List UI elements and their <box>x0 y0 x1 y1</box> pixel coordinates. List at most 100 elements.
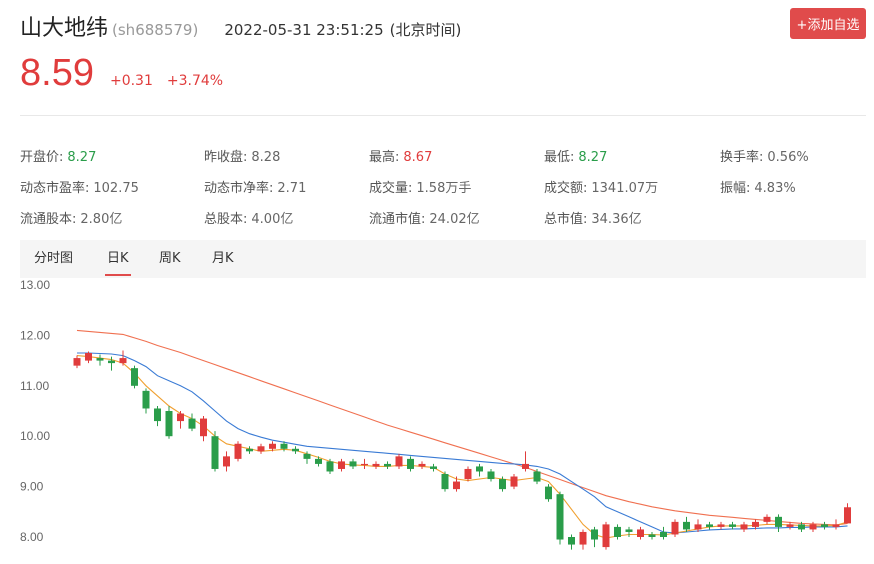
candle-body <box>522 463 529 469</box>
stat-dynamic-pb: 动态市净率: 2.71 <box>204 181 307 196</box>
candle-body <box>280 443 288 449</box>
stat-dynamic-pe: 动态市盈率: 102.75 <box>20 181 139 196</box>
ma-mid-line <box>77 352 848 534</box>
kline-chart: 13.00 12.00 11.00 10.00 9.00 8.00 <box>20 278 851 550</box>
stock-header: 山大地纬 (sh688579) 2022-05-31 23:51:25 (北京时… <box>20 8 866 108</box>
candle-body <box>96 358 104 361</box>
candle-body <box>844 507 851 524</box>
candle-body <box>487 471 495 480</box>
y-tick-label: 11.00 <box>20 379 49 393</box>
candle-body <box>177 413 184 422</box>
candle-body <box>326 461 334 472</box>
candle-body <box>292 448 299 452</box>
candle-body <box>211 436 219 469</box>
candle-body <box>763 516 771 522</box>
stat-value: 2.71 <box>277 181 307 196</box>
candle-body <box>579 531 587 545</box>
candle-body <box>73 358 81 366</box>
y-tick-label: 9.00 <box>20 480 44 494</box>
candle-body <box>234 443 242 459</box>
candle-body <box>694 524 702 530</box>
stat-value: 8.67 <box>403 150 433 165</box>
timezone-label: (北京时间) <box>389 21 462 39</box>
stat-float-shares: 流通股本: 2.80亿 <box>20 212 123 227</box>
stat-value: 34.36亿 <box>591 212 642 227</box>
candle-body <box>476 466 483 472</box>
candle-body <box>533 471 541 482</box>
candle-body <box>188 418 196 429</box>
stat-turnover-rate: 换手率: 0.56% <box>720 150 809 165</box>
candle-body <box>464 468 472 480</box>
y-tick-label: 10.00 <box>20 429 50 443</box>
candle-body <box>821 524 828 527</box>
y-tick-label: 12.00 <box>20 328 50 342</box>
candle-body <box>131 368 138 386</box>
candle-body <box>683 521 690 530</box>
tab-daily-k[interactable]: 日K <box>105 240 131 278</box>
candle-body <box>786 524 794 527</box>
candle-body <box>648 534 656 537</box>
stat-value: 8.27 <box>67 150 97 165</box>
candle-body <box>418 463 426 467</box>
y-tick-label: 13.00 <box>20 278 50 292</box>
stat-value: 1341.07万 <box>591 181 659 196</box>
current-price: 8.59 <box>20 52 94 94</box>
candle-body <box>257 446 265 452</box>
candle-body <box>407 458 414 469</box>
candle-body <box>165 411 173 437</box>
candle-body <box>154 408 161 422</box>
tab-weekly-k[interactable]: 周K <box>159 240 181 278</box>
stat-value: 4.00亿 <box>251 212 294 227</box>
tab-intraday[interactable]: 分时图 <box>34 240 73 278</box>
candle-body <box>430 466 437 469</box>
candle-body <box>453 481 460 490</box>
candle-body <box>717 524 725 527</box>
stat-value: 8.28 <box>251 150 281 165</box>
candle-body <box>303 453 311 459</box>
add-to-watchlist-button[interactable]: +添加自选 <box>790 8 866 39</box>
tab-monthly-k[interactable]: 月K <box>212 240 234 278</box>
candle-body <box>119 358 127 364</box>
candle-body <box>223 456 230 467</box>
candle-body <box>775 516 782 527</box>
title-row: 山大地纬 (sh688579) 2022-05-31 23:51:25 (北京时… <box>20 10 461 42</box>
stat-amplitude: 振幅: 4.83% <box>720 181 796 196</box>
candle-body <box>395 456 403 467</box>
stat-total-shares: 总股本: 4.00亿 <box>204 212 294 227</box>
candle-body <box>200 418 207 437</box>
stat-value: 8.27 <box>578 150 608 165</box>
stock-code: (sh688579) <box>112 21 199 39</box>
price-change: +0.31 <box>109 73 153 89</box>
candle-body <box>740 524 748 530</box>
candle-body <box>384 463 391 467</box>
quote-timestamp: 2022-05-31 23:51:25 <box>224 21 384 39</box>
candle-body <box>142 390 150 409</box>
stat-value: 24.02亿 <box>429 212 480 227</box>
candle-body <box>441 474 449 490</box>
candle-body <box>349 461 357 467</box>
stat-high: 最高: 8.67 <box>369 150 433 165</box>
quote-stats: 开盘价: 8.27 昨收盘: 8.28 最高: 8.67 最低: 8.27 换手率: 0.… <box>20 146 866 227</box>
candle-body <box>637 529 644 537</box>
stock-name: 山大地纬 <box>20 16 109 41</box>
candle-body <box>338 461 345 469</box>
stat-low: 最低: 8.27 <box>544 150 608 165</box>
candle-body <box>510 476 518 487</box>
candle-body <box>269 443 276 449</box>
chart-tabs: 分时图 日K 周K 月K <box>20 240 866 278</box>
candle-body <box>660 531 667 537</box>
candle-body <box>729 524 736 527</box>
price-row: 8.59 +0.31 +3.74% <box>20 52 223 95</box>
candle-body <box>361 463 368 466</box>
candle-body <box>602 524 610 548</box>
candle-body <box>556 494 564 540</box>
header-divider <box>20 115 866 116</box>
candle-body <box>568 537 575 545</box>
candle-body <box>625 529 633 532</box>
stat-float-market-cap: 流通市值: 24.02亿 <box>369 212 480 227</box>
stat-value: 2.80亿 <box>80 212 123 227</box>
candle-body <box>832 524 840 527</box>
candle-body <box>614 526 621 537</box>
candle-body <box>85 353 92 361</box>
candle-body <box>499 479 506 490</box>
